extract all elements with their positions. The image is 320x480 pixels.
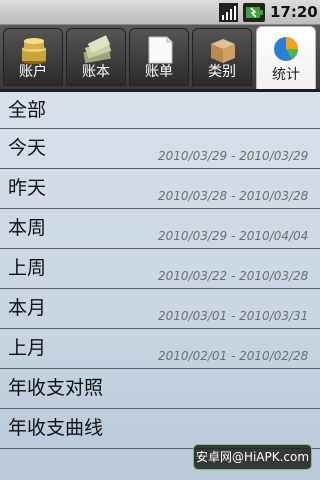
tab-categories[interactable]: 类别 (192, 28, 252, 86)
tab-label: 账本 (82, 64, 110, 80)
list-item-label: 年收支对照 (8, 377, 104, 399)
list-item-label: 上周 (8, 257, 47, 279)
status-time: 17:20 (270, 3, 318, 21)
list-item-label: 上月 (8, 337, 47, 359)
list-item-label: 年收支曲线 (8, 417, 104, 439)
coins-icon (22, 38, 46, 64)
money-stack-icon (83, 35, 112, 64)
battery-charging-icon (243, 3, 265, 22)
date-range: 2010/03/29 - 2010/04/04 (158, 229, 309, 243)
date-range: 2010/02/01 - 2010/02/28 (158, 349, 309, 363)
list-item-yearly-comparison[interactable]: 年收支对照 (0, 369, 320, 409)
tab-bills[interactable]: 账单 (129, 28, 189, 86)
list-item-yearly-curve[interactable]: 年收支曲线 (0, 409, 320, 449)
document-icon (148, 36, 173, 64)
tab-bar: 账户 账本 账单 类别 统计 (0, 25, 320, 89)
tab-label: 统计 (272, 67, 300, 83)
list-item-last-month[interactable]: 上月 2010/02/01 - 2010/02/28 (0, 329, 320, 369)
date-range: 2010/03/22 - 2010/03/28 (158, 269, 309, 283)
tab-accounts[interactable]: 账户 (3, 28, 63, 86)
date-range: 2010/03/28 - 2010/03/28 (158, 189, 309, 203)
signal-full-icon (219, 3, 238, 22)
stats-period-list: 全部 今天 2010/03/29 - 2010/03/29 昨天 2010/03… (0, 92, 320, 449)
list-item-label: 本周 (8, 217, 47, 239)
tab-ledger[interactable]: 账本 (66, 28, 126, 86)
list-item-this-week[interactable]: 本周 2010/03/29 - 2010/04/04 (0, 209, 320, 249)
list-item-this-month[interactable]: 本月 2010/03/01 - 2010/03/31 (0, 289, 320, 329)
list-item-yesterday[interactable]: 昨天 2010/03/28 - 2010/03/28 (0, 169, 320, 209)
list-item-label: 今天 (8, 137, 47, 159)
watermark: 安卓网@HiAPK.com (193, 444, 312, 470)
tab-label: 账单 (145, 64, 173, 80)
list-item-label: 本月 (8, 297, 47, 319)
tab-statistics[interactable]: 统计 (256, 26, 316, 89)
date-range: 2010/03/01 - 2010/03/31 (158, 309, 309, 323)
box-icon (211, 39, 235, 63)
status-bar: 17:20 (0, 0, 320, 25)
list-item-last-week[interactable]: 上周 2010/03/22 - 2010/03/28 (0, 249, 320, 289)
list-item-all[interactable]: 全部 (0, 92, 320, 129)
list-item-today[interactable]: 今天 2010/03/29 - 2010/03/29 (0, 129, 320, 169)
list-item-label: 全部 (8, 99, 47, 121)
tab-label: 账户 (19, 64, 47, 80)
tab-label: 类别 (208, 64, 236, 80)
list-item-label: 昨天 (8, 177, 47, 199)
pie-chart-icon (274, 37, 298, 61)
date-range: 2010/03/29 - 2010/03/29 (158, 149, 309, 163)
